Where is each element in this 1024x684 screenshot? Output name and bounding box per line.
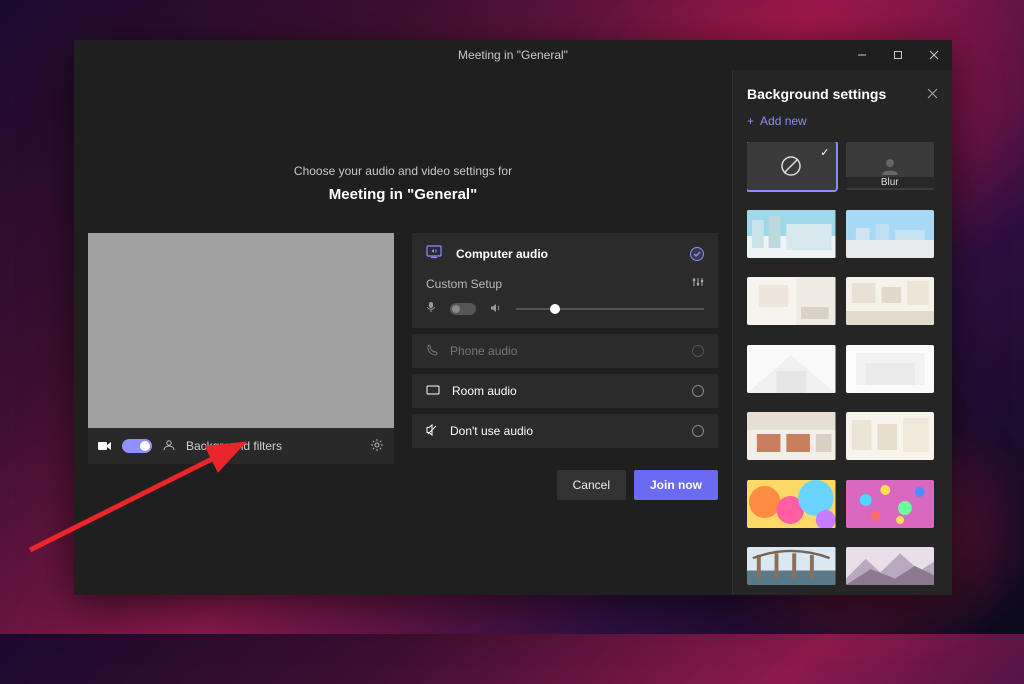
background-tile-image[interactable] bbox=[846, 412, 935, 460]
speaker-icon bbox=[490, 301, 502, 316]
video-controls-bar: Background filters bbox=[88, 428, 394, 464]
background-tile-blur[interactable]: Blur bbox=[846, 142, 935, 190]
computer-audio-block[interactable]: Computer audio Custom Setup bbox=[412, 233, 718, 328]
background-tile-image[interactable] bbox=[747, 412, 836, 460]
join-now-button[interactable]: Join now bbox=[634, 470, 718, 500]
phone-icon bbox=[426, 344, 438, 359]
background-filters-link[interactable]: Background filters bbox=[186, 439, 282, 453]
phone-audio-radio bbox=[692, 345, 704, 357]
phone-audio-option: Phone audio bbox=[412, 334, 718, 368]
room-audio-label: Room audio bbox=[452, 384, 517, 398]
no-audio-label: Don't use audio bbox=[450, 424, 533, 438]
no-audio-radio[interactable] bbox=[692, 425, 704, 437]
main-panel: Choose your audio and video settings for… bbox=[74, 70, 732, 595]
mic-icon bbox=[426, 301, 436, 316]
background-settings-title: Background settings bbox=[747, 86, 886, 102]
custom-setup-label: Custom Setup bbox=[426, 277, 502, 291]
window-controls bbox=[844, 40, 952, 70]
room-icon bbox=[426, 384, 440, 398]
cancel-button[interactable]: Cancel bbox=[557, 470, 626, 500]
background-tile-image[interactable] bbox=[747, 480, 836, 528]
camera-toggle[interactable] bbox=[122, 439, 152, 453]
meeting-name: Meeting in "General" bbox=[88, 186, 718, 203]
meeting-prejoin-window: Meeting in "General" Choose your audio a… bbox=[74, 40, 952, 595]
no-audio-icon bbox=[426, 424, 438, 439]
add-new-background[interactable]: + Add new bbox=[747, 114, 938, 128]
background-tile-image[interactable] bbox=[747, 345, 836, 393]
device-settings-icon[interactable] bbox=[370, 438, 384, 455]
room-audio-option[interactable]: Room audio bbox=[412, 374, 718, 408]
background-tile-image[interactable] bbox=[846, 547, 935, 585]
background-tile-none[interactable]: ✓ bbox=[747, 142, 836, 190]
tile-label-blur: Blur bbox=[846, 177, 935, 188]
background-settings-panel: Background settings + Add new ✓ Blur bbox=[732, 70, 952, 595]
background-filters-icon bbox=[162, 439, 176, 454]
background-thumbnails-grid: ✓ Blur bbox=[747, 142, 938, 595]
camera-icon bbox=[98, 439, 112, 454]
plus-icon: + bbox=[747, 114, 754, 128]
audio-column: Computer audio Custom Setup bbox=[412, 233, 718, 500]
add-new-label: Add new bbox=[760, 114, 807, 128]
audio-settings-sliders-icon[interactable] bbox=[692, 276, 704, 291]
close-panel-icon[interactable] bbox=[927, 87, 938, 102]
computer-audio-selected-icon bbox=[690, 247, 704, 261]
background-tile-image[interactable] bbox=[846, 345, 935, 393]
check-icon: ✓ bbox=[820, 146, 829, 159]
settings-prompt: Choose your audio and video settings for bbox=[88, 164, 718, 178]
background-tile-image[interactable] bbox=[846, 277, 935, 325]
computer-audio-label: Computer audio bbox=[456, 247, 548, 261]
mic-toggle[interactable] bbox=[450, 303, 476, 315]
minimize-button[interactable] bbox=[844, 40, 880, 70]
background-tile-image[interactable] bbox=[747, 277, 836, 325]
background-tile-image[interactable] bbox=[846, 480, 935, 528]
volume-slider[interactable] bbox=[516, 308, 704, 310]
room-audio-radio[interactable] bbox=[692, 385, 704, 397]
background-tile-image[interactable] bbox=[747, 210, 836, 258]
video-preview bbox=[88, 233, 394, 428]
window-title: Meeting in "General" bbox=[74, 48, 952, 62]
computer-audio-icon bbox=[426, 245, 444, 262]
maximize-button[interactable] bbox=[880, 40, 916, 70]
close-button[interactable] bbox=[916, 40, 952, 70]
no-audio-option[interactable]: Don't use audio bbox=[412, 414, 718, 448]
background-tile-image[interactable] bbox=[747, 547, 836, 585]
video-column: Background filters bbox=[88, 233, 394, 500]
titlebar: Meeting in "General" bbox=[74, 40, 952, 70]
phone-audio-label: Phone audio bbox=[450, 344, 517, 358]
background-tile-image[interactable] bbox=[846, 210, 935, 258]
action-buttons: Cancel Join now bbox=[412, 470, 718, 500]
